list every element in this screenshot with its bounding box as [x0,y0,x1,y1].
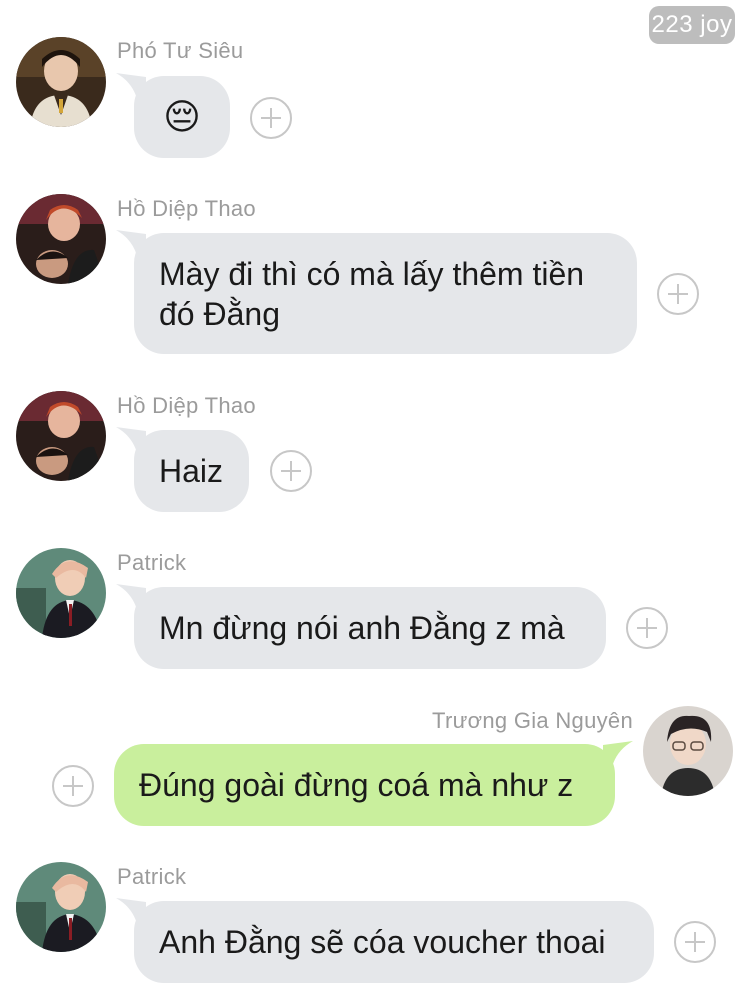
bubble-tail [116,898,146,928]
plus-circle-icon[interactable] [270,450,312,492]
bubble-tail [116,73,146,103]
message-bubble[interactable]: Mn đừng nói anh Đằng z mà [116,584,606,669]
avatar-patrick[interactable] [16,548,106,638]
avatar-sieu[interactable] [16,37,106,127]
message-bubble[interactable]: Anh Đằng sẽ cóa voucher thoai [116,898,654,983]
sender-name: Patrick [117,550,187,575]
plus-circle-icon[interactable] [674,921,716,963]
sender-name: Hồ Diệp Thao [117,196,256,221]
sender-name: Hồ Diệp Thao [117,393,256,418]
message-text: Haiz [159,453,224,489]
message-bubble[interactable]: Đúng goài đừng coá mà như z [114,741,633,826]
avatar-patrick[interactable] [16,862,106,952]
bubble-tail [116,584,146,614]
plus-circle-icon[interactable] [626,607,668,649]
watermark-badge: 223 joy [649,6,735,44]
message-text: Mn đừng nói anh Đằng z mà [159,610,565,646]
bubble-tail [603,741,633,771]
plus-circle-icon[interactable] [250,97,292,139]
avatar-thao[interactable] [16,391,106,481]
plus-circle-icon[interactable] [657,273,699,315]
avatar-thao[interactable] [16,194,106,284]
sender-name: Phó Tư Siêu [117,38,244,63]
message-bubble[interactable]: 😔 [116,73,230,158]
sender-name: Patrick [117,864,187,889]
sender-name: Trương Gia Nguyên [432,708,633,733]
message-text: Đúng goài đừng coá mà như z [139,767,574,803]
message-bubble[interactable]: Mày đi thì có mà lấy thêm tiền đó Đằng [116,230,637,354]
message-text: 😔 [163,96,201,137]
message-text: Mày đi thì có mà lấy thêm tiền đó Đằng [159,255,585,332]
plus-circle-icon[interactable] [52,765,94,807]
avatar-nguyen[interactable] [643,706,733,796]
bubble-tail [116,230,146,260]
message-bubble[interactable]: Haiz [116,427,249,512]
message-text: Anh Đằng sẽ cóa voucher thoai [159,924,606,960]
bubble-tail [116,427,146,457]
